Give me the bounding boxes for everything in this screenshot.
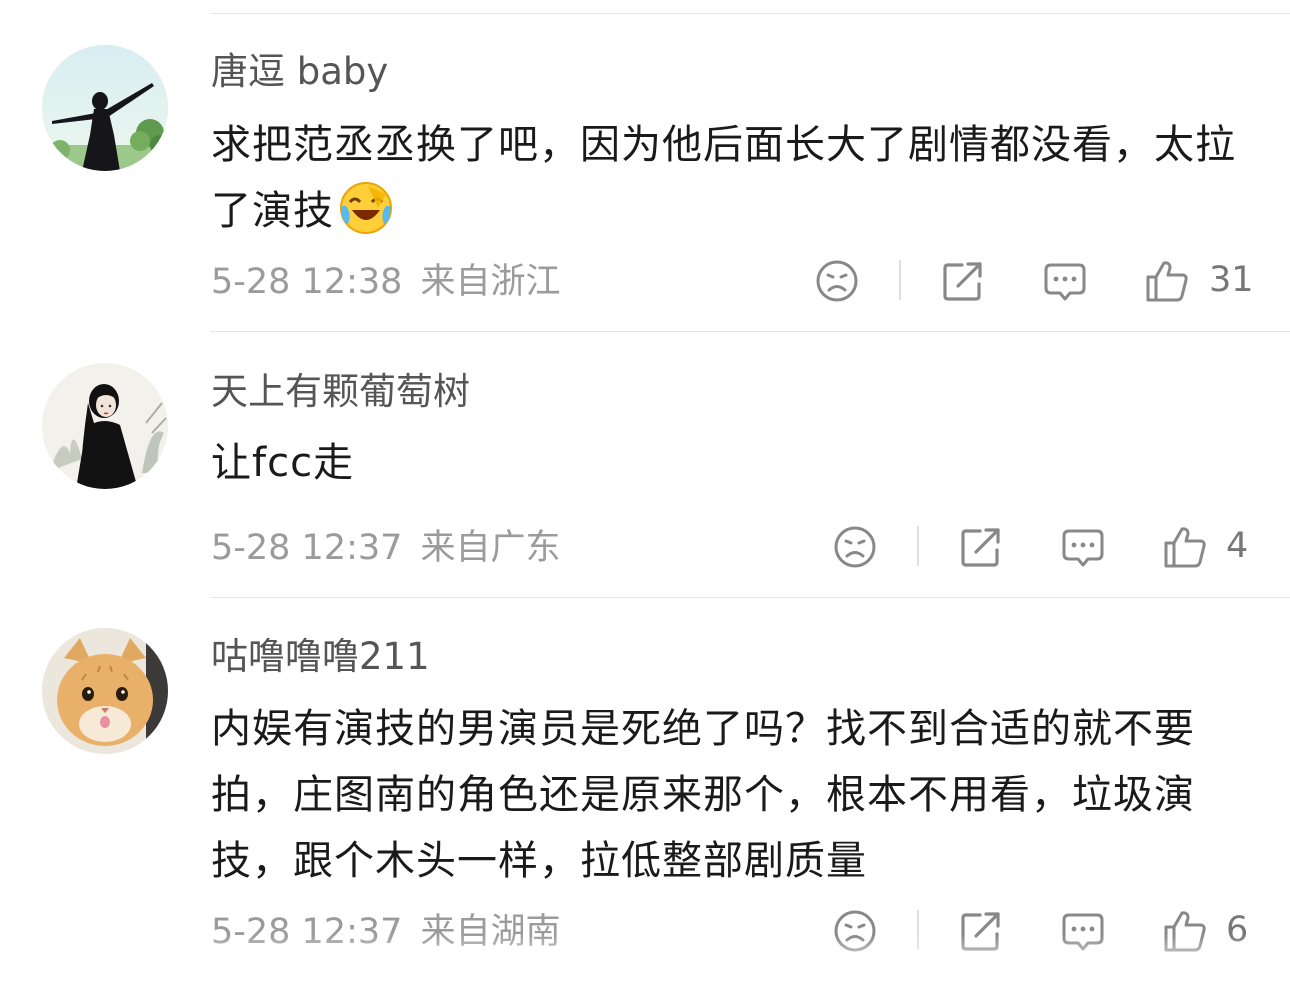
user-avatar[interactable] [42, 363, 168, 489]
divider [210, 597, 1290, 598]
action-divider [917, 526, 919, 566]
username[interactable]: 天上有颗葡萄树 [211, 370, 470, 414]
reply-button[interactable] [1060, 524, 1106, 570]
comment-text: 内娱有演技的男演员是死绝了吗？找不到合适的就不要拍，庄图南的角色还是原来那个，根… [211, 706, 1195, 884]
share-button[interactable] [940, 258, 986, 304]
thumbs-up-icon [1146, 261, 1188, 302]
comment-text: 让fcc走 [211, 440, 355, 486]
dislike-button[interactable] [832, 524, 878, 570]
share-button[interactable] [958, 524, 1004, 570]
action-bar: 31 [0, 258, 1290, 306]
like-button[interactable] [1162, 524, 1208, 570]
share-icon [961, 528, 1000, 567]
thumbs-up-icon [1164, 527, 1206, 568]
laughing-crying-emoji-icon [340, 182, 392, 234]
username[interactable]: 唐逗 baby [211, 50, 388, 94]
sad-face-icon [834, 526, 876, 568]
share-icon [943, 262, 982, 301]
divider [210, 13, 1290, 14]
like-count: 4 [1226, 526, 1249, 566]
comment-list: 唐逗 baby 求把范丞丞换了吧，因为他后面长大了剧情都没看，太拉了演技 5-2… [0, 0, 1290, 994]
action-bar: 4 [0, 524, 1290, 572]
username[interactable]: 咕噜噜噜211 [211, 635, 430, 679]
like-count: 31 [1209, 260, 1254, 300]
comment-bubble-icon [1062, 529, 1104, 567]
comment-text: 求把范丞丞换了吧，因为他后面长大了剧情都没看，太拉了演技 [211, 112, 1261, 244]
user-avatar[interactable] [42, 628, 168, 754]
like-button[interactable] [1144, 258, 1190, 304]
avatar-orange-cat-icon [42, 628, 168, 754]
bottom-fade [0, 934, 1290, 994]
dislike-button[interactable] [814, 258, 860, 304]
user-avatar[interactable] [42, 45, 168, 171]
avatar-illustrated-girl-icon [42, 363, 168, 489]
action-divider [899, 260, 901, 300]
comment-bubble-icon [1044, 263, 1086, 301]
sad-face-icon [816, 260, 858, 302]
divider [210, 331, 1290, 332]
avatar-woman-arms-outstretched-icon [42, 45, 168, 171]
reply-button[interactable] [1042, 258, 1088, 304]
